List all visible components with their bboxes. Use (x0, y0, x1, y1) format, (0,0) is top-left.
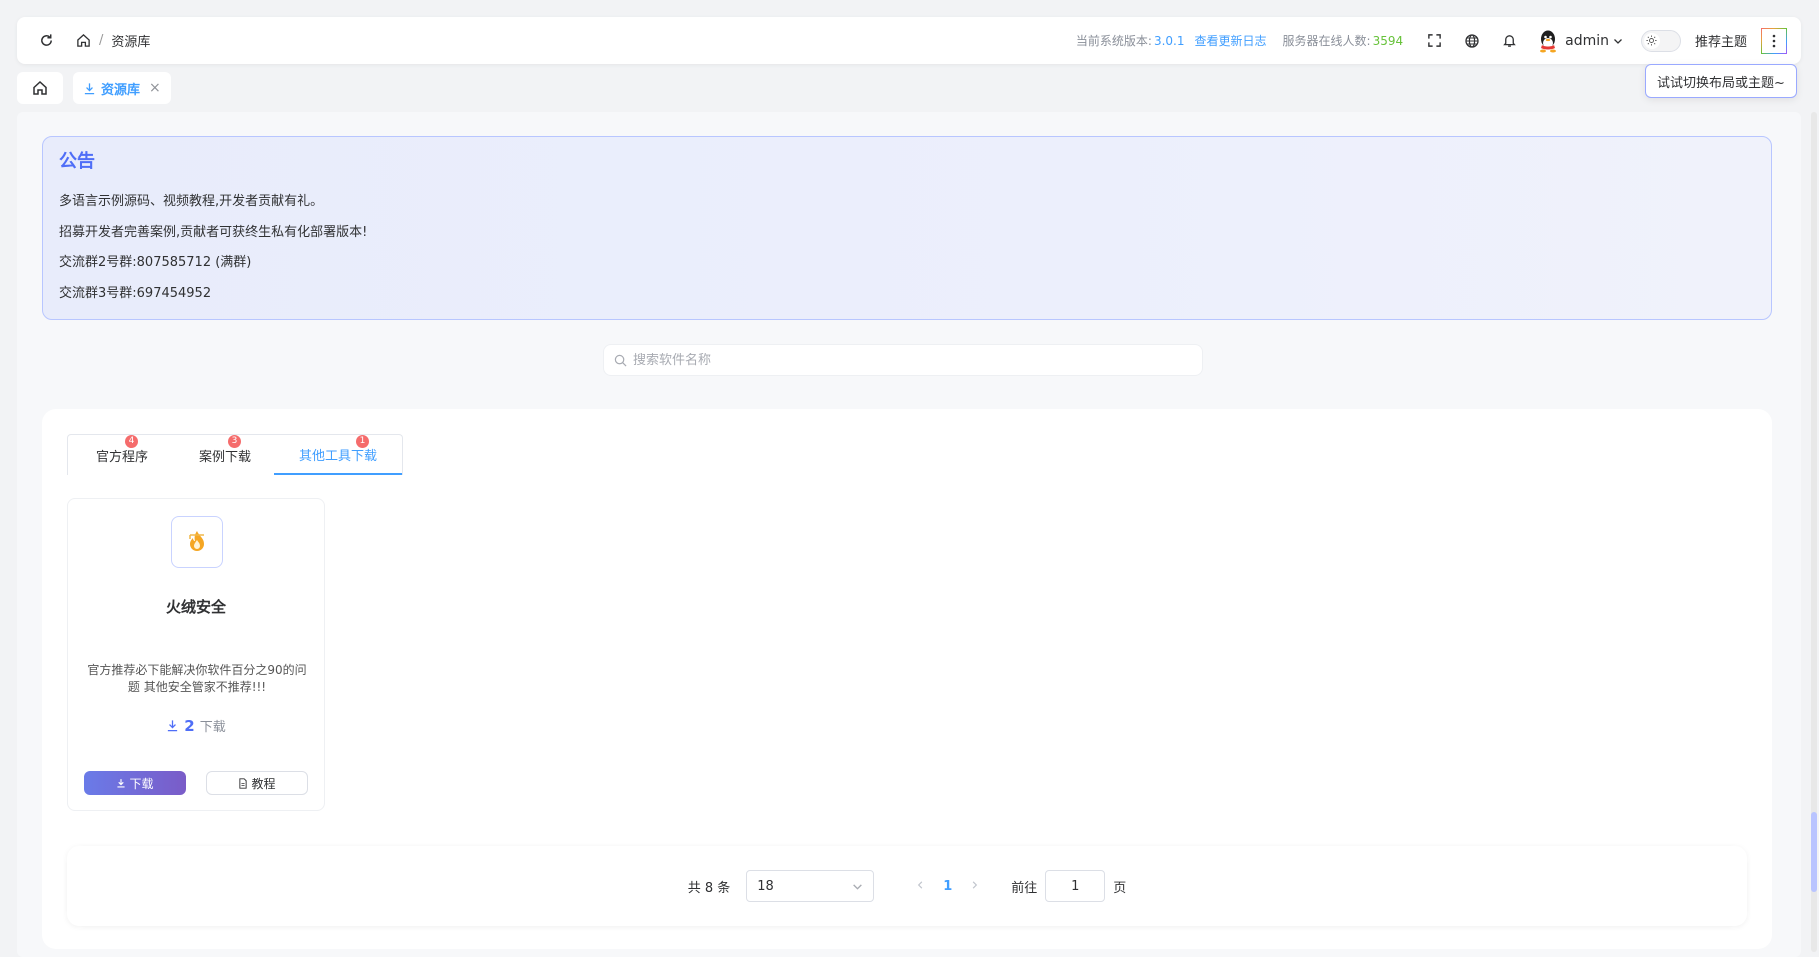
page-suffix: 页 (1113, 880, 1127, 896)
page-size-select[interactable]: 18 (746, 870, 875, 902)
search-icon (614, 354, 627, 367)
pagination: 共 8 条 18 1 前往 1 页 (67, 846, 1747, 926)
home-tab[interactable] (17, 72, 63, 104)
globe-icon[interactable] (1464, 33, 1480, 49)
breadcrumb: / 资源库 (76, 31, 150, 50)
count-badge: 4 (125, 435, 138, 448)
announcement-line: 招募开发者完善案例,贡献者可获终生私有化部署版本! (59, 224, 368, 240)
tab-official-programs[interactable]: 官方程序 4 (68, 435, 176, 475)
goto-page-input[interactable]: 1 (1045, 870, 1106, 902)
download-icon (166, 719, 179, 732)
search-input[interactable] (633, 352, 1173, 368)
count-badge: 3 (228, 435, 241, 448)
current-page[interactable]: 1 (943, 879, 952, 894)
breadcrumb-current: 资源库 (111, 35, 151, 50)
home-icon (32, 80, 48, 96)
chevron-down-icon (852, 881, 863, 892)
sun-icon (1643, 32, 1660, 49)
prev-page-icon[interactable] (916, 879, 925, 894)
announcement-panel: 公告 多语言示例源码、视频教程,开发者贡献有礼。 招募开发者完善案例,贡献者可获… (42, 136, 1772, 320)
close-icon[interactable]: × (149, 80, 161, 96)
search-box (603, 344, 1203, 376)
online-count-value: 3594 (1372, 33, 1404, 48)
tab-label: 资源库 (101, 82, 141, 98)
username: admin (1565, 32, 1609, 49)
changelog-link[interactable]: 查看更新日志 (1195, 32, 1267, 49)
goto-label: 前往 (1011, 880, 1038, 896)
dark-mode-toggle[interactable] (1640, 29, 1681, 52)
tutorial-button[interactable]: 教程 (206, 771, 308, 795)
announcement-title: 公告 (59, 151, 95, 172)
user-menu[interactable]: admin (1537, 29, 1623, 53)
count-badge: 1 (356, 435, 369, 448)
page-tabs: 资源库 × (17, 72, 171, 104)
download-button-label: 下载 (129, 776, 154, 791)
tab-resource-library[interactable]: 资源库 × (73, 72, 171, 104)
document-icon (238, 777, 248, 789)
home-icon[interactable] (76, 33, 91, 48)
breadcrumb-separator: / (99, 33, 104, 48)
category-tabs: 官方程序 4 案例下载 3 其他工具下载 1 (67, 434, 403, 475)
top-header: / 资源库 当前系统版本: 3.0.1 查看更新日志 服务器在线人数: 3594… (17, 17, 1801, 64)
announcement-line: 交流群3号群:697454952 (59, 285, 212, 301)
version-label: 当前系统版本: (1075, 34, 1152, 48)
announcement-line: 交流群2号群:807585712 (满群) (59, 255, 252, 270)
pagination-total: 共 8 条 (687, 880, 731, 896)
card-title: 火绒安全 (165, 598, 226, 616)
tab-label: 官方程序 (95, 449, 148, 465)
version-value: 3.0.1 (1153, 33, 1185, 48)
announcement-line: 多语言示例源码、视频教程,开发者贡献有礼。 (59, 194, 324, 209)
huorong-logo-icon (171, 516, 223, 568)
download-count-suffix: 下载 (199, 720, 226, 735)
tab-label: 案例下载 (198, 449, 251, 465)
card-description: 官方推荐必下能解决你软件百分之90的问题 其他安全管家不推荐!!! (87, 663, 307, 694)
fullscreen-icon[interactable] (1427, 33, 1442, 48)
qq-avatar-icon (1537, 29, 1559, 53)
tab-case-downloads[interactable]: 案例下载 3 (176, 435, 274, 475)
page-size-value: 18 (757, 878, 774, 894)
scrollbar-thumb[interactable] (1811, 812, 1817, 892)
tab-other-tools[interactable]: 其他工具下载 1 (274, 435, 402, 475)
download-icon (83, 82, 96, 95)
refresh-icon[interactable] (39, 33, 54, 48)
software-card: 火绒安全 官方推荐必下能解决你软件百分之90的问题 其他安全管家不推荐!!! 2… (67, 498, 325, 811)
chevron-down-icon (1613, 36, 1623, 46)
tutorial-button-label: 教程 (251, 776, 276, 791)
download-count: 2 下载 (68, 716, 324, 735)
recommended-theme-label[interactable]: 推荐主题 (1695, 31, 1747, 50)
download-button[interactable]: 下载 (84, 771, 186, 795)
bell-icon[interactable] (1502, 33, 1517, 48)
download-count-value: 2 (184, 716, 195, 735)
theme-tooltip: 试试切换布局或主题~ (1645, 64, 1797, 98)
download-icon (116, 778, 126, 788)
online-count-label: 服务器在线人数: (1282, 34, 1371, 48)
more-vertical-icon[interactable] (1761, 27, 1787, 54)
next-page-icon[interactable] (970, 879, 979, 894)
